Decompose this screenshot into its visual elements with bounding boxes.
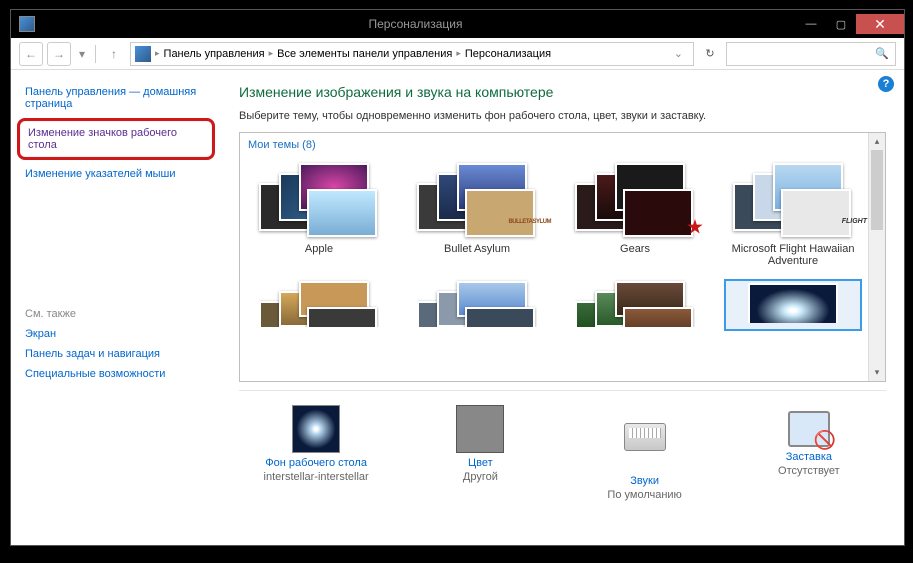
breadcrumb[interactable]: ▸ Панель управления ▸ Все элементы панел… xyxy=(130,42,694,66)
breadcrumb-dropdown[interactable]: ⌄ xyxy=(668,47,689,60)
personalization-window: Персонализация — ▢ ✕ ← → ▾ ↑ ▸ Панель уп… xyxy=(10,9,905,546)
up-button[interactable]: ↑ xyxy=(102,42,126,66)
scroll-up-icon[interactable]: ▴ xyxy=(869,133,885,150)
app-icon xyxy=(19,16,35,32)
search-input[interactable]: 🔍 xyxy=(726,42,896,66)
screensaver-icon xyxy=(788,411,830,447)
sounds-title: Звуки xyxy=(578,475,712,487)
back-button[interactable]: ← xyxy=(19,42,43,66)
breadcrumb-item[interactable]: Панель управления xyxy=(164,48,265,60)
breadcrumb-item[interactable]: Все элементы панели управления xyxy=(277,48,452,60)
navbar: ← → ▾ ↑ ▸ Панель управления ▸ Все элемен… xyxy=(11,38,904,70)
page-subtitle: Выберите тему, чтобы одновременно измени… xyxy=(239,110,886,122)
screensaver-title: Заставка xyxy=(742,451,876,463)
sounds-value: По умолчанию xyxy=(578,489,712,501)
desktop-icons-link[interactable]: Изменение значков рабочего стола xyxy=(28,127,204,151)
see-also-label: См. также xyxy=(25,308,207,320)
sidebar: Панель управления — домашняя страница Из… xyxy=(11,70,221,545)
maximize-button[interactable]: ▢ xyxy=(826,14,856,34)
scroll-down-icon[interactable]: ▾ xyxy=(869,364,885,381)
background-value: interstellar-interstellar xyxy=(249,471,383,483)
themes-panel: Мои темы (8) Apple BULLETASYLUM Bullet A… xyxy=(239,132,886,382)
scroll-thumb[interactable] xyxy=(871,150,883,230)
main-panel: ? Изменение изображения и звука на компь… xyxy=(221,70,904,545)
background-icon xyxy=(292,405,340,453)
color-icon xyxy=(456,405,504,453)
theme-item[interactable] xyxy=(250,279,388,331)
help-icon[interactable]: ? xyxy=(878,76,894,92)
color-setting[interactable]: Цвет Другой xyxy=(413,405,547,501)
themes-header: Мои темы (8) xyxy=(240,133,885,157)
window-title: Персонализация xyxy=(35,17,796,31)
mouse-pointers-link[interactable]: Изменение указателей мыши xyxy=(25,168,207,180)
page-title: Изменение изображения и звука на компьют… xyxy=(239,84,886,100)
search-icon: 🔍 xyxy=(875,47,889,60)
screensaver-value: Отсутствует xyxy=(742,465,876,477)
theme-label: Bullet Asylum xyxy=(408,243,546,255)
background-title: Фон рабочего стола xyxy=(249,457,383,469)
accessibility-link[interactable]: Специальные возможности xyxy=(25,368,207,380)
scrollbar[interactable]: ▴ ▾ xyxy=(868,133,885,381)
breadcrumb-item[interactable]: Персонализация xyxy=(465,48,551,60)
forward-button[interactable]: → xyxy=(47,42,71,66)
screensaver-setting[interactable]: Заставка Отсутствует xyxy=(742,405,876,501)
theme-label: Apple xyxy=(250,243,388,255)
color-value: Другой xyxy=(413,471,547,483)
taskbar-link[interactable]: Панель задач и навигация xyxy=(25,348,207,360)
refresh-button[interactable]: ↻ xyxy=(698,42,722,66)
theme-item[interactable]: Gears xyxy=(566,161,704,267)
close-button[interactable]: ✕ xyxy=(856,14,904,34)
theme-item[interactable]: BULLETASYLUM Bullet Asylum xyxy=(408,161,546,267)
highlighted-link: Изменение значков рабочего стола xyxy=(17,118,215,160)
theme-item[interactable]: FLIGHT Microsoft Flight Hawaiian Adventu… xyxy=(724,161,862,267)
theme-item[interactable] xyxy=(408,279,546,331)
display-link[interactable]: Экран xyxy=(25,328,207,340)
sounds-setting[interactable]: Звуки По умолчанию xyxy=(578,405,712,501)
theme-label: Microsoft Flight Hawaiian Adventure xyxy=(724,243,862,267)
theme-item[interactable]: Apple xyxy=(250,161,388,267)
theme-item-selected[interactable] xyxy=(724,279,862,331)
theme-item[interactable] xyxy=(566,279,704,331)
bottom-settings: Фон рабочего стола interstellar-interste… xyxy=(239,390,886,505)
theme-label: Gears xyxy=(566,243,704,255)
location-icon xyxy=(135,46,151,62)
background-setting[interactable]: Фон рабочего стола interstellar-interste… xyxy=(249,405,383,501)
cp-home-link[interactable]: Панель управления — домашняя страница xyxy=(25,86,207,110)
minimize-button[interactable]: — xyxy=(796,14,826,34)
sounds-icon xyxy=(621,423,669,471)
history-dropdown[interactable]: ▾ xyxy=(75,42,89,66)
color-title: Цвет xyxy=(413,457,547,469)
titlebar: Персонализация — ▢ ✕ xyxy=(11,10,904,38)
